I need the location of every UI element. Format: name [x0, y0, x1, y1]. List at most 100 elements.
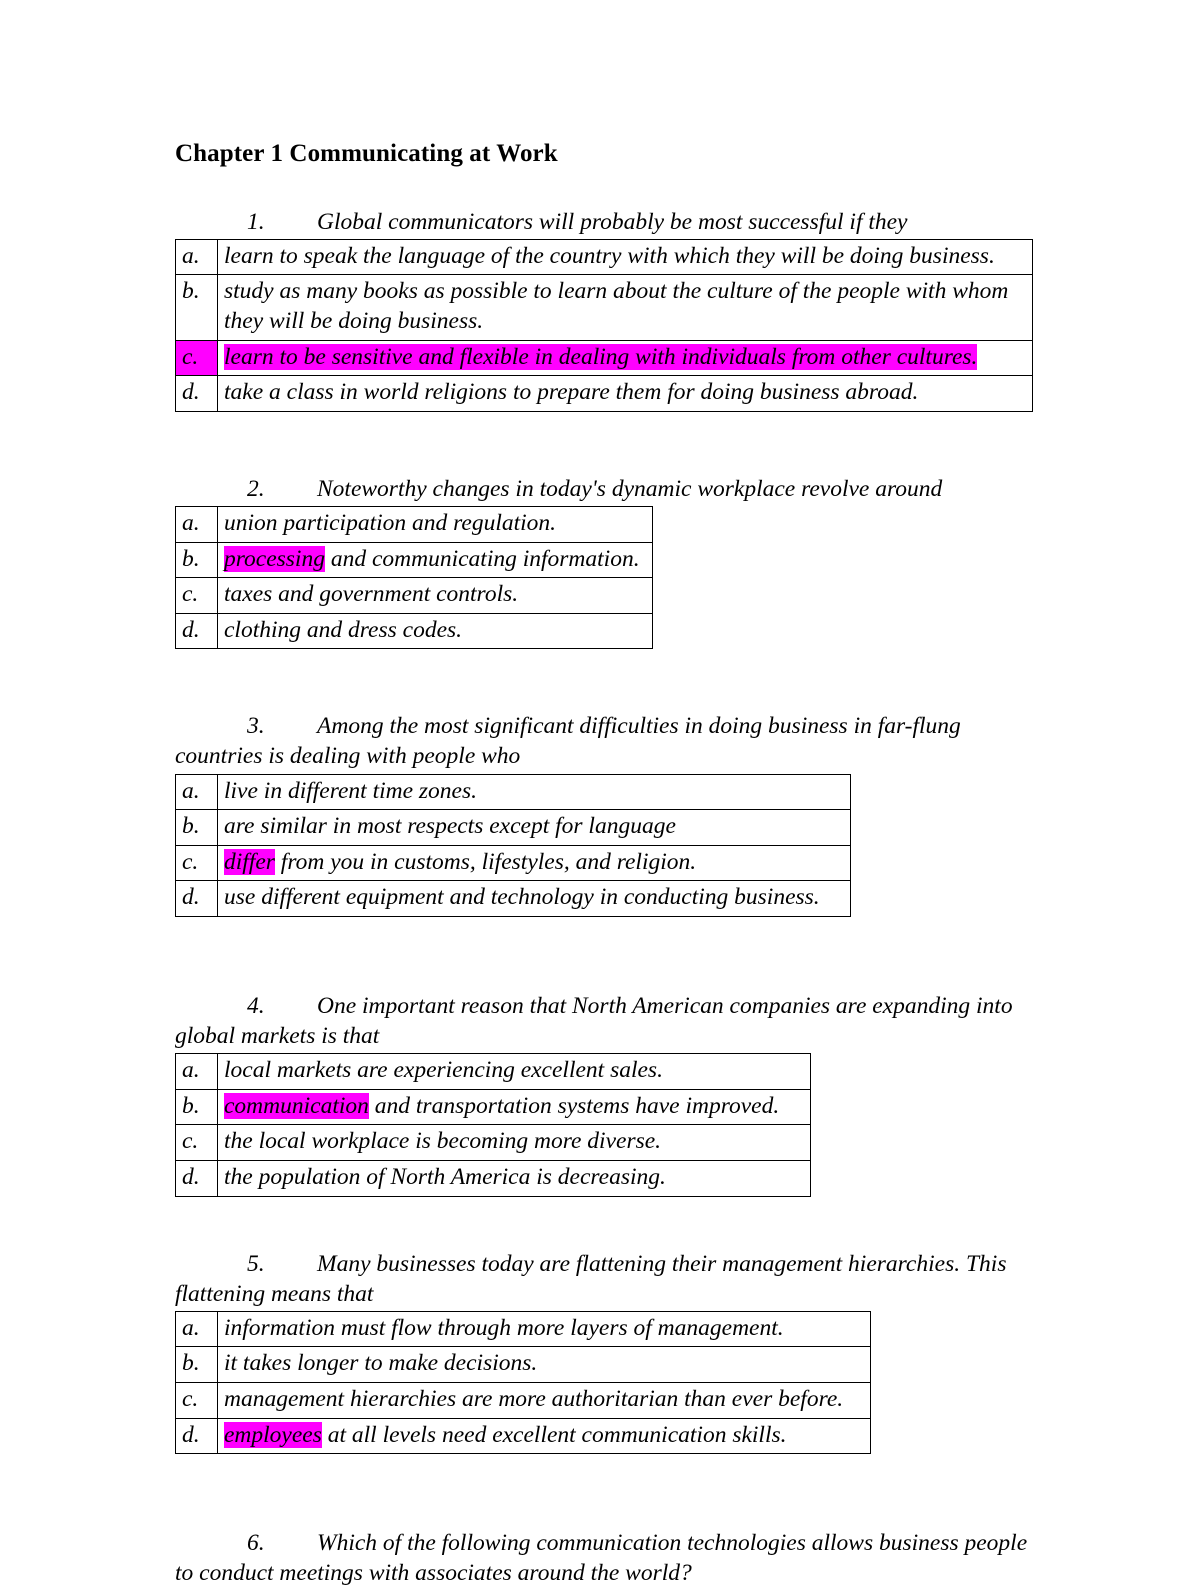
table-row[interactable]: a. local markets are experiencing excell… — [175, 1053, 811, 1090]
option-label: d. — [175, 1159, 218, 1197]
option-text: taxes and government controls. — [217, 577, 653, 614]
question-block-4: 4. One important reason that North Americ… — [175, 991, 1050, 1197]
option-text: employees at all levels need excellent c… — [217, 1417, 871, 1455]
option-label: c. — [175, 1124, 218, 1161]
question-number-4: 4. — [247, 992, 265, 1019]
option-label: d. — [175, 1417, 218, 1455]
option-label: a. — [175, 238, 218, 276]
table-row-highlighted[interactable]: c. differ from you in customs, lifestyle… — [175, 844, 851, 882]
option-label: d. — [175, 612, 218, 650]
option-text: clothing and dress codes. — [217, 612, 653, 650]
options-table-1: a. learn to speak the language of the co… — [175, 238, 1033, 412]
highlighted-answer-text: employees — [224, 1421, 322, 1448]
option-label: b. — [175, 809, 218, 846]
option-text-rest: from you in customs, lifestyles, and rel… — [274, 848, 697, 875]
option-label: c. — [175, 844, 218, 882]
question-block-3: 3. Among the most significant difficultie… — [175, 711, 1050, 917]
option-label: d. — [175, 880, 218, 917]
option-text: local markets are experiencing excellent… — [217, 1053, 811, 1090]
question-number-6: 6. — [247, 1530, 265, 1557]
question-stem-5: 5. Many businesses today are flattening t… — [175, 1249, 1050, 1309]
question-block-5: 5. Many businesses today are flattening t… — [175, 1249, 1050, 1455]
option-text: union participation and regulation. — [217, 505, 653, 543]
options-table-3: a. live in different time zones. b. are … — [175, 773, 851, 917]
option-text: management hierarchies are more authorit… — [217, 1381, 871, 1419]
option-text: study as many books as possible to learn… — [217, 274, 1033, 341]
document-page: Chapter 1 Communicating at Work 1. Global… — [0, 0, 1200, 1586]
table-row[interactable]: d. the population of North America is de… — [175, 1159, 811, 1197]
question-number-3: 3. — [247, 713, 265, 740]
table-row-highlighted[interactable]: d. employees at all levels need excellen… — [175, 1417, 871, 1455]
table-row[interactable]: d. use different equipment and technolog… — [175, 880, 851, 917]
options-table-2: a. union participation and regulation. b… — [175, 505, 653, 650]
option-label: b. — [175, 1346, 218, 1383]
table-row[interactable]: a. learn to speak the language of the co… — [175, 238, 1033, 276]
option-label: a. — [175, 505, 218, 543]
option-text: processing and communicating information… — [217, 541, 653, 579]
option-text: communication and transportation systems… — [217, 1088, 811, 1126]
option-text: take a class in world religions to prepa… — [217, 375, 1033, 412]
option-text: learn to speak the language of the count… — [217, 238, 1033, 276]
table-row[interactable]: a. information must flow through more la… — [175, 1310, 871, 1348]
option-text: differ from you in customs, lifestyles, … — [217, 844, 851, 882]
question-stem-text-1: Global communicators will probably be mo… — [317, 208, 908, 235]
option-label: c. — [175, 1381, 218, 1419]
table-row[interactable]: b. it takes longer to make decisions. — [175, 1346, 871, 1383]
question-stem-3: 3. Among the most significant difficultie… — [175, 711, 1050, 771]
option-label: c. — [175, 339, 218, 377]
question-block-2: 2. Noteworthy changes in today's dynamic … — [175, 474, 1050, 650]
option-text: learn to be sensitive and flexible in de… — [217, 339, 1033, 377]
option-label: b. — [175, 541, 218, 579]
option-text: the population of North America is decre… — [217, 1159, 811, 1197]
option-text-rest: and communicating information. — [324, 545, 640, 572]
option-label: a. — [175, 773, 218, 811]
page-title: Chapter 1 Communicating at Work — [175, 140, 558, 167]
highlighted-answer-text: learn to be sensitive and flexible in de… — [224, 343, 978, 370]
option-text: are similar in most respects except for … — [217, 809, 851, 846]
option-label: d. — [175, 375, 218, 412]
table-row-highlighted[interactable]: c. learn to be sensitive and flexible in… — [175, 339, 1033, 377]
question-stem-6: 6. Which of the following communication t… — [175, 1528, 1050, 1588]
table-row[interactable]: c. taxes and government controls. — [175, 577, 653, 614]
option-text: information must flow through more layer… — [217, 1310, 871, 1348]
option-text-rest: and transportation systems have improved… — [368, 1092, 780, 1119]
option-label: c. — [175, 577, 218, 614]
table-row[interactable]: d. take a class in world religions to pr… — [175, 375, 1033, 412]
table-row[interactable]: c. the local workplace is becoming more … — [175, 1124, 811, 1161]
option-text: it takes longer to make decisions. — [217, 1346, 871, 1383]
options-table-4: a. local markets are experiencing excell… — [175, 1053, 811, 1197]
question-number-2: 2. — [247, 475, 265, 502]
highlighted-answer-text: communication — [224, 1092, 369, 1119]
option-text-rest: at all levels need excellent communicati… — [321, 1421, 787, 1448]
option-label: a. — [175, 1053, 218, 1090]
table-row-highlighted[interactable]: b. processing and communicating informat… — [175, 541, 653, 579]
options-table-5: a. information must flow through more la… — [175, 1310, 871, 1455]
table-row[interactable]: a. live in different time zones. — [175, 773, 851, 811]
table-row-highlighted[interactable]: b. communication and transportation syst… — [175, 1088, 811, 1126]
highlighted-answer-text: differ — [224, 848, 275, 875]
option-text: the local workplace is becoming more div… — [217, 1124, 811, 1161]
option-label: b. — [175, 1088, 218, 1126]
question-stem-4: 4. One important reason that North Americ… — [175, 991, 1050, 1051]
highlighted-answer-text: processing — [224, 545, 325, 572]
question-stem-text-2: Noteworthy changes in today's dynamic wo… — [317, 475, 943, 502]
option-label: b. — [175, 274, 218, 341]
question-block-1: 1. Global communicators will probably be … — [175, 207, 1050, 412]
question-number-5: 5. — [247, 1250, 265, 1277]
option-text: use different equipment and technology i… — [217, 880, 851, 917]
question-stem-2: 2. Noteworthy changes in today's dynamic … — [175, 474, 1050, 504]
table-row[interactable]: c. management hierarchies are more autho… — [175, 1381, 871, 1419]
table-row[interactable]: b. study as many books as possible to le… — [175, 274, 1033, 341]
question-block-6: 6. Which of the following communication t… — [175, 1528, 1050, 1588]
table-row[interactable]: d. clothing and dress codes. — [175, 612, 653, 650]
question-stem-1: 1. Global communicators will probably be … — [175, 207, 1050, 237]
option-label: a. — [175, 1310, 218, 1348]
table-row[interactable]: b. are similar in most respects except f… — [175, 809, 851, 846]
table-row[interactable]: a. union participation and regulation. — [175, 505, 653, 543]
option-text: live in different time zones. — [217, 773, 851, 811]
